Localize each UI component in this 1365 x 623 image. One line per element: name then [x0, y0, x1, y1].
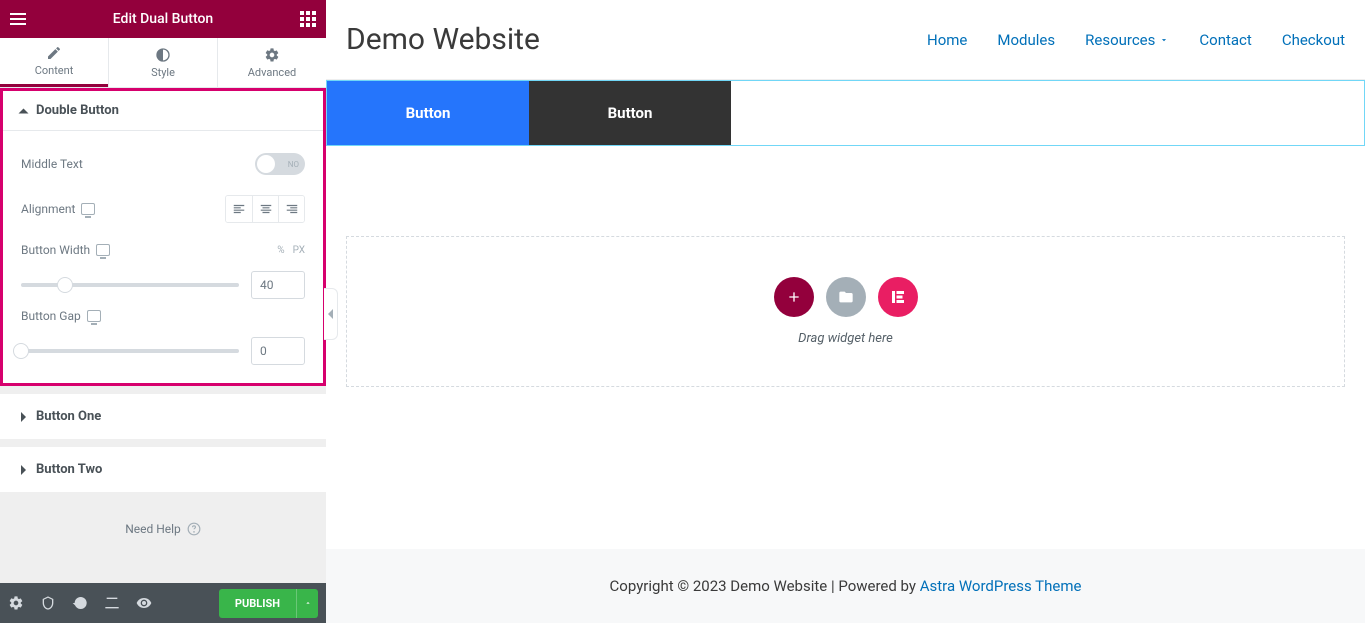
- middle-text-toggle[interactable]: NO: [255, 153, 305, 175]
- publish-options-button[interactable]: [296, 589, 318, 618]
- menu-icon[interactable]: [10, 13, 26, 25]
- dual-button-widget[interactable]: Button Button: [326, 80, 1365, 146]
- responsive-icon[interactable]: [104, 595, 120, 611]
- sidebar-footer: PUBLISH: [0, 583, 326, 623]
- button-gap-slider[interactable]: [21, 349, 239, 353]
- sidebar-header: Edit Dual Button: [0, 0, 326, 38]
- align-right-button[interactable]: [278, 196, 304, 222]
- widgets-grid-icon[interactable]: [300, 11, 316, 27]
- device-icon[interactable]: [96, 244, 110, 256]
- device-icon[interactable]: [81, 203, 95, 215]
- tab-style[interactable]: Style: [109, 38, 217, 87]
- pencil-icon: [46, 45, 62, 61]
- nav-link-checkout[interactable]: Checkout: [1282, 31, 1345, 49]
- device-icon[interactable]: [87, 310, 101, 322]
- preview-icon[interactable]: [136, 595, 152, 611]
- alignment-group: [225, 195, 305, 223]
- gear-icon: [264, 47, 280, 63]
- section-header-double-button[interactable]: Double Button: [3, 91, 323, 131]
- unit-percent-icon[interactable]: %: [277, 245, 284, 256]
- section-header-button-one[interactable]: Button One: [3, 397, 323, 436]
- tab-content[interactable]: Content: [0, 38, 108, 87]
- add-section-button[interactable]: [774, 277, 814, 317]
- need-help-link[interactable]: Need Help: [0, 492, 326, 566]
- nav-link-contact[interactable]: Contact: [1199, 31, 1251, 49]
- button-width-label: Button Width: [21, 243, 110, 257]
- settings-icon[interactable]: [8, 595, 24, 611]
- template-library-button[interactable]: [826, 277, 866, 317]
- section-double-button: Double Button Middle Text NO Alignment: [0, 88, 326, 386]
- chevron-down-icon: [19, 108, 29, 113]
- chevron-right-icon: [21, 412, 26, 422]
- button-width-slider[interactable]: [21, 283, 239, 287]
- help-icon: [187, 522, 201, 536]
- tab-advanced[interactable]: Advanced: [218, 38, 326, 87]
- contrast-icon: [155, 47, 171, 63]
- middle-text-label: Middle Text: [21, 157, 83, 171]
- preview-canvas: Demo Website Home Modules Resources Cont…: [326, 0, 1365, 623]
- sidebar-title: Edit Dual Button: [26, 11, 300, 27]
- dual-button-one[interactable]: Button: [327, 81, 529, 145]
- publish-button[interactable]: PUBLISH: [219, 589, 296, 618]
- chevron-down-icon: [1159, 35, 1169, 45]
- align-left-button[interactable]: [226, 196, 252, 222]
- navigator-icon[interactable]: [40, 595, 56, 611]
- nav-link-modules[interactable]: Modules: [997, 31, 1055, 49]
- folder-icon: [838, 289, 854, 305]
- footer-theme-link[interactable]: Astra WordPress Theme: [920, 577, 1082, 595]
- nav-link-resources[interactable]: Resources: [1085, 31, 1169, 49]
- align-center-button[interactable]: [252, 196, 278, 222]
- elementskit-button[interactable]: [878, 277, 918, 317]
- site-header: Demo Website Home Modules Resources Cont…: [326, 0, 1365, 80]
- section-header-button-two[interactable]: Button Two: [3, 450, 323, 489]
- history-icon[interactable]: [72, 595, 88, 611]
- button-gap-input[interactable]: [251, 337, 305, 365]
- nav-link-home[interactable]: Home: [927, 31, 967, 49]
- button-width-input[interactable]: [251, 271, 305, 299]
- primary-nav: Home Modules Resources Contact Checkout: [927, 31, 1345, 49]
- unit-px[interactable]: PX: [293, 245, 305, 256]
- site-title: Demo Website: [346, 22, 540, 57]
- chevron-right-icon: [21, 465, 26, 475]
- button-gap-label: Button Gap: [21, 309, 101, 323]
- alignment-label: Alignment: [21, 202, 95, 216]
- ek-icon: [889, 288, 907, 306]
- dual-button-two[interactable]: Button: [529, 81, 731, 145]
- site-footer: Copyright © 2023 Demo Website | Powered …: [326, 549, 1365, 623]
- drop-hint-text: Drag widget here: [798, 331, 893, 346]
- editor-tabs: Content Style Advanced: [0, 38, 326, 88]
- editor-sidebar: Edit Dual Button Content Style Advanced …: [0, 0, 326, 623]
- empty-section-dropzone[interactable]: Drag widget here: [346, 236, 1345, 387]
- plus-icon: [786, 289, 802, 305]
